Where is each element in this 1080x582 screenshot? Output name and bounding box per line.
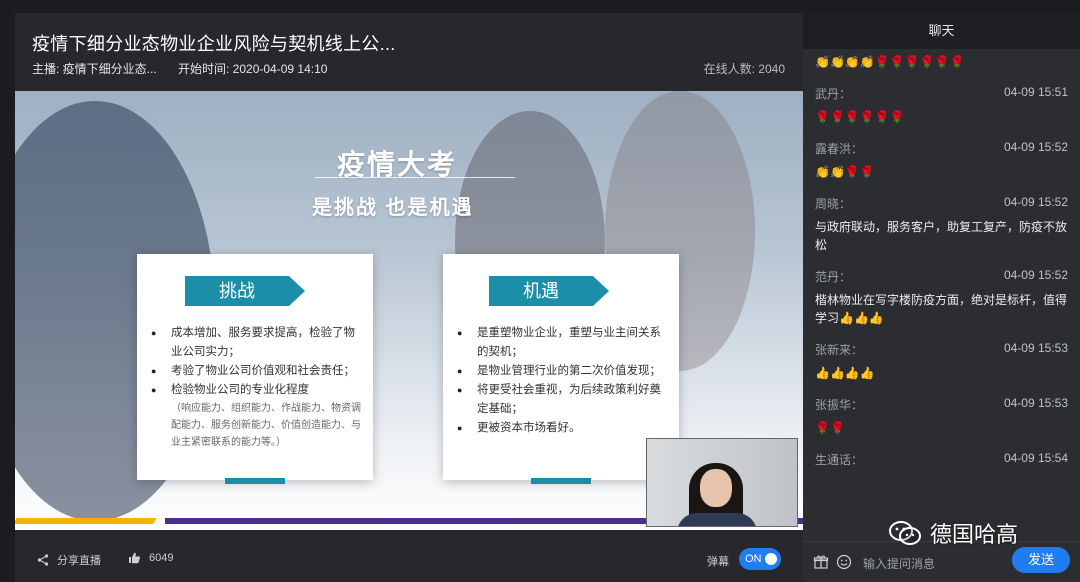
- chat-header: 聊天: [803, 13, 1080, 49]
- opportunity-tag: 机遇: [489, 276, 609, 306]
- start-time: 开始时间: 2020-04-09 14:10: [178, 62, 328, 76]
- message-time: 04-09 15:53: [1003, 396, 1068, 410]
- challenge-list: 成本增加、服务要求提高，检验了物业公司实力； 考验了物业公司价值观和社会责任； …: [151, 324, 365, 400]
- message-text: 与政府联动，服务客户，助复工复产，防疫不放松: [815, 220, 1068, 252]
- emoji-icon[interactable]: [836, 554, 852, 570]
- message-author: 露春洪：: [815, 142, 864, 156]
- online-count: 在线人数: 2040: [703, 62, 785, 76]
- thumbs-up-icon: [129, 552, 141, 564]
- opportunity-item: 是重塑物业企业，重塑与业主间关系的契机；: [457, 324, 671, 362]
- message-time: 04-09 15:52: [1003, 195, 1068, 209]
- slide-divider: [315, 177, 515, 178]
- challenge-note: （响应能力、组织能力、作战能力、物资调配能力、服务创新能力、价值创造能力、与业主…: [171, 403, 361, 448]
- chat-message-list[interactable]: 👏👏👏👏🌹🌹🌹🌹🌹🌹 武丹： 04-09 15:51 🌹🌹🌹🌹🌹🌹 露春洪： 04-…: [803, 49, 1080, 539]
- card-bar: [531, 478, 591, 484]
- message-text: 楷林物业在写字楼防疫方面，绝对是标杆，值得学习👍👍👍: [815, 293, 1068, 325]
- message-text: 👏👏👏👏🌹🌹🌹🌹🌹🌹: [815, 55, 965, 69]
- chat-message: 👏👏👏👏🌹🌹🌹🌹🌹🌹: [803, 49, 1080, 79]
- message-text: 👍👍👍👍: [815, 366, 875, 380]
- yellow-stripe: [15, 518, 157, 524]
- stream-header: 疫情下细分业态物业企业风险与契机线上公... 主播: 疫情下细分业态... 开始…: [15, 13, 803, 91]
- message-author: 张新来：: [815, 343, 864, 357]
- stream-meta: 主播: 疫情下细分业态... 开始时间: 2020-04-09 14:10: [32, 60, 327, 77]
- live-stream-app: 疫情下细分业态物业企业风险与契机线上公... 主播: 疫情下细分业态... 开始…: [0, 0, 1080, 582]
- message-time: 04-09 15:54: [1003, 451, 1068, 465]
- message-time: 04-09 15:52: [1003, 268, 1068, 282]
- stream-footer: 分享直播 6049 弹幕 ON: [15, 540, 803, 582]
- challenge-card: 挑战 成本增加、服务要求提高，检验了物业公司实力； 考验了物业公司价值观和社会责…: [137, 254, 373, 484]
- chat-message: 周晓： 04-09 15:52 与政府联动，服务客户，助复工复产，防疫不放松: [803, 189, 1080, 262]
- chat-input[interactable]: 输入提问消息: [863, 555, 935, 572]
- danmu-label: 弹幕: [707, 556, 729, 568]
- message-text: 🌹🌹🌹🌹🌹🌹: [815, 110, 905, 124]
- gift-icon[interactable]: [813, 554, 829, 570]
- card-bar: [225, 478, 285, 484]
- host-label: 主播: 疫情下细分业态...: [32, 62, 157, 76]
- presenter-face: [700, 469, 732, 507]
- share-button[interactable]: 分享直播: [37, 552, 101, 568]
- presenter-webcam[interactable]: [646, 438, 798, 527]
- chat-message: 范丹： 04-09 15:52 楷林物业在写字楼防疫方面，绝对是标杆，值得学习👍👍…: [803, 262, 1080, 335]
- slide-subtitle: 是挑战 也是机遇: [312, 197, 474, 219]
- opportunity-list: 是重塑物业企业，重塑与业主间关系的契机； 是物业管理行业的第二次价值发现； 将更…: [457, 324, 671, 438]
- opportunity-card: 机遇 是重塑物业企业，重塑与业主间关系的契机； 是物业管理行业的第二次价值发现；…: [443, 254, 679, 484]
- challenge-tag: 挑战: [185, 276, 305, 306]
- challenge-item: 检验物业公司的专业化程度: [151, 381, 365, 400]
- share-icon: [37, 554, 49, 566]
- watermark-text: 德国哈高: [930, 522, 1019, 547]
- message-author: 范丹：: [815, 270, 852, 284]
- main-panel: 疫情下细分业态物业企业风险与契机线上公... 主播: 疫情下细分业态... 开始…: [15, 13, 803, 582]
- opportunity-item: 更被资本市场看好。: [457, 419, 671, 438]
- toggle-label: ON: [745, 553, 762, 565]
- message-author: 张振华：: [815, 398, 864, 412]
- opportunity-item: 是物业管理行业的第二次价值发现；: [457, 362, 671, 381]
- challenge-item: 考验了物业公司价值观和社会责任；: [151, 362, 365, 381]
- message-text: 🌹🌹: [815, 421, 845, 435]
- message-text: 👏👏🌹🌹: [815, 165, 875, 179]
- share-label: 分享直播: [57, 555, 101, 567]
- send-button[interactable]: 发送: [1012, 547, 1070, 573]
- chat-message: 露春洪： 04-09 15:52 👏👏🌹🌹: [803, 134, 1080, 189]
- opportunity-item: 将更受社会重视，为后续政策利好奠定基础；: [457, 381, 671, 419]
- chat-message: 生通话： 04-09 15:54: [803, 445, 1080, 482]
- like-count: 6049: [149, 552, 174, 564]
- message-author: 武丹：: [815, 87, 852, 101]
- message-time: 04-09 15:53: [1003, 341, 1068, 355]
- message-time: 04-09 15:51: [1003, 85, 1068, 99]
- wechat-icon: [889, 521, 921, 545]
- chat-message: 张新来： 04-09 15:53 👍👍👍👍: [803, 335, 1080, 390]
- like-button[interactable]: 6049: [128, 552, 173, 564]
- message-author: 周晓：: [815, 197, 852, 211]
- presenter-body: [677, 513, 757, 526]
- message-time: 04-09 15:52: [1003, 140, 1068, 154]
- chat-panel: 聊天 👏👏👏👏🌹🌹🌹🌹🌹🌹 武丹： 04-09 15:51 🌹🌹🌹🌹🌹🌹 露春洪：…: [803, 13, 1080, 582]
- message-author: 生通话：: [815, 453, 864, 467]
- challenge-item: 成本增加、服务要求提高，检验了物业公司实力；: [151, 324, 365, 362]
- chat-message: 张振华： 04-09 15:53 🌹🌹: [803, 390, 1080, 445]
- danmu-toggle[interactable]: ON: [739, 548, 781, 570]
- toggle-knob: [765, 553, 777, 565]
- watermark: 德国哈高: [888, 517, 1018, 549]
- stream-title: 疫情下细分业态物业企业风险与契机线上公...: [32, 34, 396, 54]
- chat-message: 武丹： 04-09 15:51 🌹🌹🌹🌹🌹🌹: [803, 79, 1080, 134]
